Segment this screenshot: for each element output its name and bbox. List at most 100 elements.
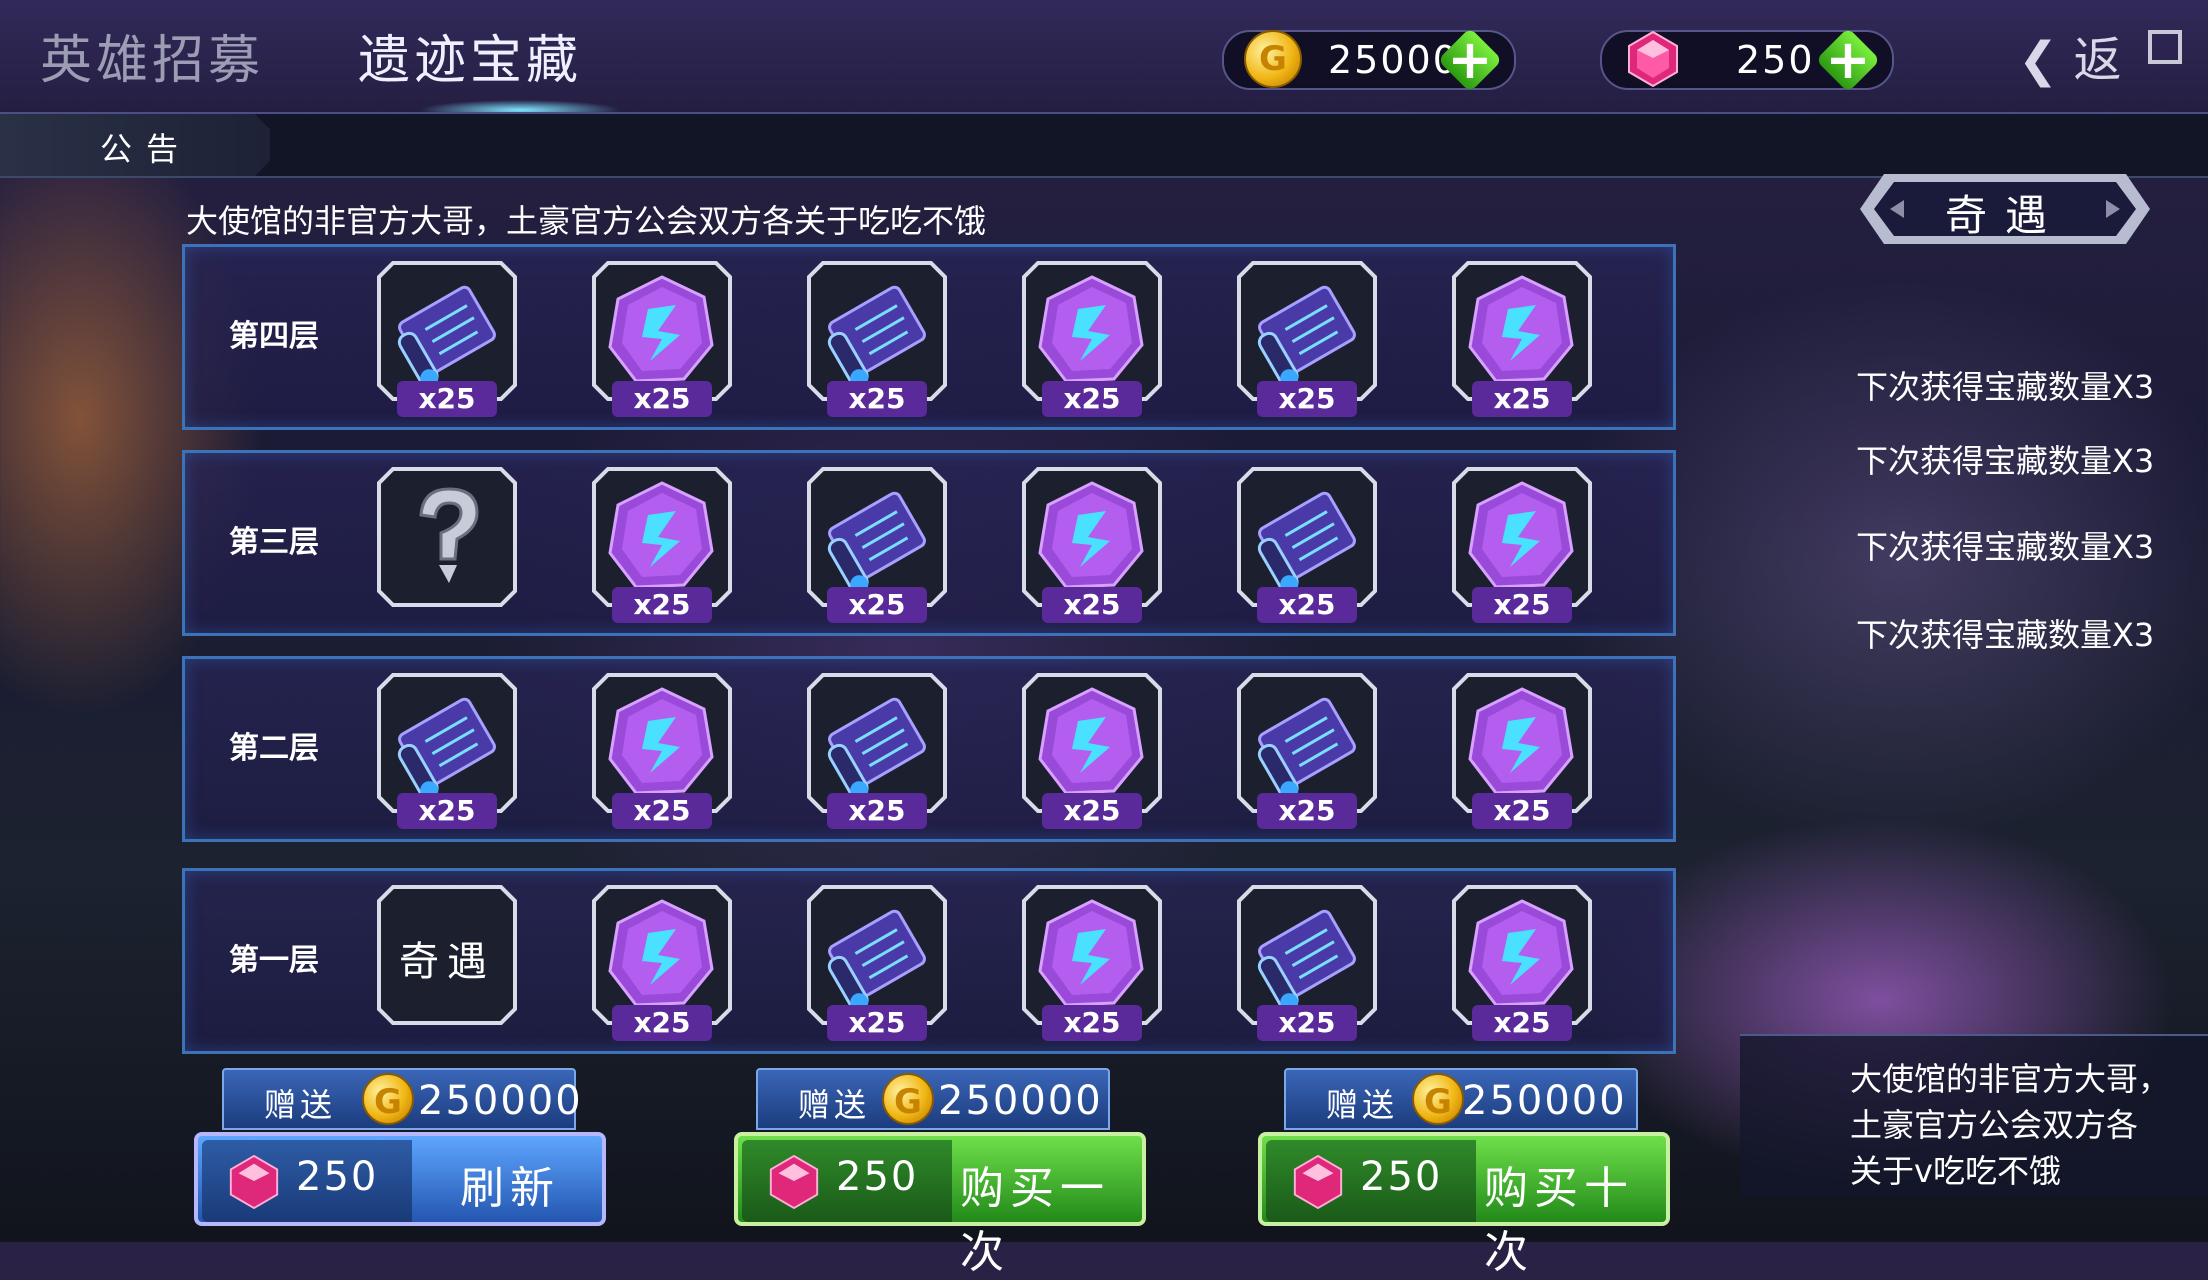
reward-tile[interactable]: x25	[1237, 885, 1377, 1041]
price: 250	[836, 1154, 919, 1200]
scroll-icon	[1257, 491, 1356, 594]
item-count-badge: x25	[1472, 587, 1572, 623]
reward-tile[interactable]	[377, 467, 517, 607]
item-count-badge: x25	[1042, 587, 1142, 623]
action-label: 购买一次	[960, 1163, 1110, 1278]
item-count-badge: x25	[1257, 1005, 1357, 1041]
gift-buy-ten: 赠送 250000	[1284, 1068, 1638, 1130]
reward-tile[interactable]: x25	[807, 261, 947, 417]
reward-tile[interactable]: x25	[592, 261, 732, 417]
reward-tile[interactable]: x25	[1237, 673, 1377, 829]
buy-once-button[interactable]: 250 购买一次	[734, 1132, 1146, 1278]
bonus-line: 下次获得宝藏数量X3	[1856, 368, 2155, 406]
plus-icon: +	[1447, 28, 1493, 91]
gift-label: 赠送	[264, 1086, 337, 1124]
refresh-button[interactable]: 250 刷新	[194, 1132, 606, 1226]
reward-tile[interactable]: x25	[1022, 467, 1162, 623]
scroll-icon	[827, 285, 926, 388]
reward-tile[interactable]: x25	[807, 467, 947, 623]
reward-tile[interactable]: x25	[377, 261, 517, 417]
tab-relic-treasure[interactable]: 遗迹宝藏	[358, 18, 582, 93]
price: 250	[1360, 1154, 1443, 1200]
scroll-icon	[827, 909, 926, 1012]
floor-row: 第三层 x25 x25 x25 x25 x25	[182, 450, 1676, 636]
gift-amount: 250000	[938, 1078, 1103, 1124]
item-count-badge: x25	[612, 381, 712, 417]
scroll-icon	[1257, 697, 1356, 800]
notice-label: 公告	[100, 130, 193, 168]
gold-coin-icon	[882, 1073, 934, 1125]
bonus-line: 下次获得宝藏数量X3	[1856, 442, 2155, 480]
item-count-badge: x25	[397, 381, 497, 417]
item-count-badge: x25	[827, 381, 927, 417]
floor-row: 第一层 奇遇 x25 x25 x25 x25 x25	[182, 868, 1676, 1054]
gift-label: 赠送	[798, 1086, 871, 1124]
crystal-icon	[608, 275, 714, 383]
note-line: 土豪官方公会双方各	[1850, 1106, 2139, 1144]
add-gem-button[interactable]: +	[1815, 27, 1881, 93]
price: 250	[296, 1154, 379, 1200]
action-label: 刷新	[460, 1163, 560, 1214]
item-count-badge: x25	[827, 1005, 927, 1041]
crystal-icon	[1038, 899, 1144, 1007]
gold-coin-icon	[1244, 30, 1302, 88]
add-gold-button[interactable]: +	[1437, 27, 1503, 93]
item-count-badge: x25	[1472, 793, 1572, 829]
gift-amount: 250000	[418, 1078, 583, 1124]
floor-label: 第二层	[229, 731, 319, 766]
reward-tile[interactable]: x25	[592, 885, 732, 1041]
gold-coin-icon	[1412, 1073, 1464, 1125]
reward-tile[interactable]: x25	[1237, 261, 1377, 417]
plus-icon: +	[1825, 28, 1871, 91]
scroll-icon	[397, 285, 496, 388]
buy-ten-button[interactable]: 250 购买十次	[1258, 1132, 1670, 1278]
reward-tile[interactable]: x25	[592, 467, 732, 623]
reward-tile[interactable]: 奇遇	[377, 885, 517, 1025]
crystal-icon	[1468, 275, 1574, 383]
scroll-icon	[1257, 909, 1356, 1012]
gem-icon	[769, 1154, 819, 1210]
item-count-badge: x25	[1257, 587, 1357, 623]
item-count-badge: x25	[397, 793, 497, 829]
notice-bar	[0, 114, 2208, 178]
reward-tile[interactable]: x25	[1452, 885, 1592, 1041]
gem-icon	[1293, 1154, 1343, 1210]
reward-tile[interactable]: x25	[1452, 673, 1592, 829]
floor-row: 第二层 x25 x25 x25 x25 x25 x25	[182, 656, 1676, 842]
item-count-badge: x25	[1042, 381, 1142, 417]
crystal-icon	[1038, 275, 1144, 383]
crystal-icon	[608, 899, 714, 1007]
scroll-icon	[827, 491, 926, 594]
item-count-badge: x25	[612, 1005, 712, 1041]
back-button[interactable]: ❮ 返	[2018, 20, 2122, 90]
adventure-title: 奇遇	[1944, 191, 2065, 240]
reward-tile[interactable]: x25	[592, 673, 732, 829]
crystal-icon	[608, 481, 714, 589]
fullscreen-icon[interactable]	[2148, 30, 2182, 64]
reward-tile[interactable]: x25	[1022, 261, 1162, 417]
crystal-icon	[1038, 481, 1144, 589]
gem-counter: 250 +	[1600, 27, 1894, 93]
reward-tile[interactable]: x25	[807, 673, 947, 829]
gold-coin-icon	[362, 1073, 414, 1125]
item-count-badge: x25	[1042, 793, 1142, 829]
reward-tile[interactable]: x25	[1452, 467, 1592, 623]
reward-tile[interactable]: x25	[1022, 885, 1162, 1041]
floor-label: 第四层	[229, 319, 319, 354]
reward-tile[interactable]: x25	[377, 673, 517, 829]
tab-hero-recruit[interactable]: 英雄招募	[40, 18, 264, 93]
gift-refresh: 赠送 250000	[222, 1068, 581, 1130]
note-line: 大使馆的非官方大哥，	[1850, 1060, 2171, 1098]
reward-tile[interactable]: x25	[1237, 467, 1377, 623]
gift-buy-once: 赠送 250000	[756, 1068, 1110, 1130]
item-count-badge: x25	[827, 793, 927, 829]
floor-label: 第三层	[229, 525, 319, 560]
gem-icon	[229, 1154, 279, 1210]
reward-tile[interactable]: x25	[1452, 261, 1592, 417]
back-arrow-icon: ❮	[2018, 32, 2059, 88]
reward-tile[interactable]: x25	[1022, 673, 1162, 829]
reward-tile[interactable]: x25	[807, 885, 947, 1041]
gem-icon	[1628, 30, 1678, 88]
bonus-line: 下次获得宝藏数量X3	[1856, 616, 2155, 654]
action-label: 购买十次	[1484, 1163, 1634, 1278]
